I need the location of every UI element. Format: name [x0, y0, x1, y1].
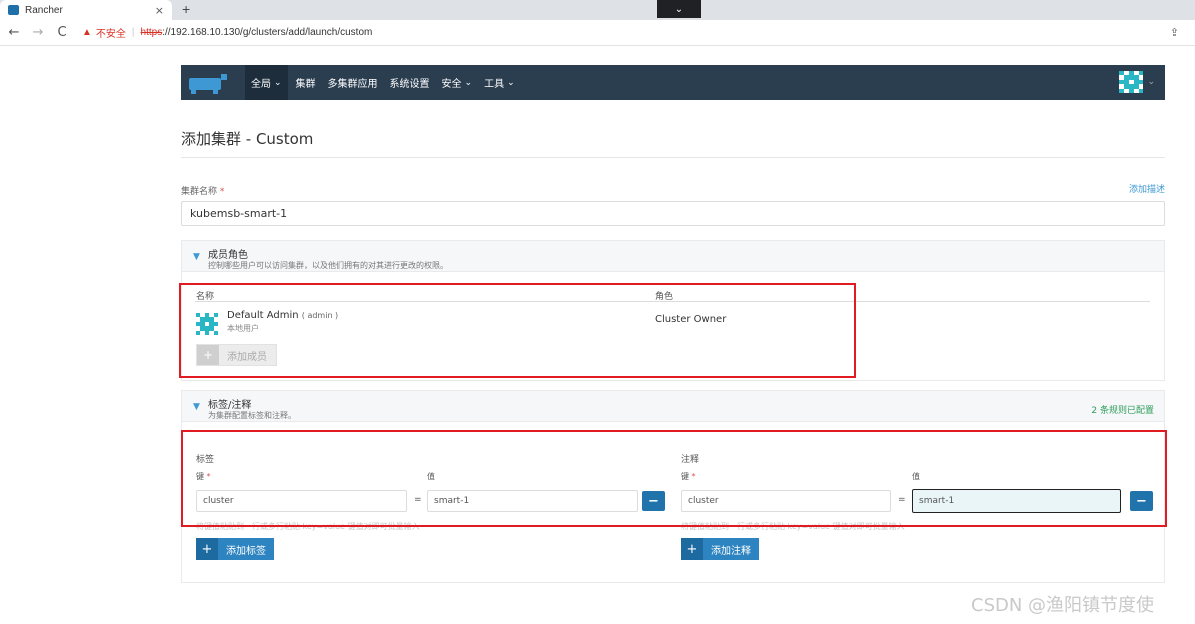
- forward-button[interactable]: →: [28, 25, 48, 40]
- url-separator: |: [131, 27, 135, 38]
- tab-close-icon[interactable]: ×: [155, 4, 164, 17]
- label-key-input[interactable]: [196, 490, 407, 512]
- member-role: Cluster Owner: [655, 314, 727, 325]
- add-label-text: 添加标签: [226, 545, 266, 557]
- required-mark: *: [691, 472, 696, 481]
- rancher-logo-icon[interactable]: [183, 72, 231, 94]
- label-value-label: 值: [427, 472, 435, 481]
- page-title: 添加集群 - Custom: [181, 130, 314, 148]
- tab-title: Rancher: [25, 4, 63, 16]
- annotation-key-label: 键 *: [681, 471, 696, 482]
- annotation-key-text: 键: [681, 472, 689, 481]
- rules-configured-status: 2 条规则已配置: [1091, 406, 1154, 416]
- browser-tab[interactable]: Rancher ×: [0, 0, 172, 20]
- nav-global[interactable]: 全局 ⌄: [245, 65, 288, 100]
- nav-tools[interactable]: 工具 ⌄: [484, 75, 515, 91]
- cluster-name-input[interactable]: [181, 201, 1165, 226]
- nav-security[interactable]: 安全 ⌄: [441, 75, 473, 91]
- members-header-line: [195, 301, 1150, 302]
- labels-annotations-subtitle: 为集群配置标签和注释。: [208, 411, 296, 420]
- share-icon[interactable]: ⇪: [1170, 26, 1179, 39]
- rancher-favicon-icon: [8, 5, 19, 15]
- add-annotation-text: 添加注释: [711, 545, 751, 557]
- nav-global-label: 全局: [251, 79, 271, 90]
- label-equals: =: [414, 495, 422, 505]
- plus-icon: +: [681, 538, 703, 560]
- browser-tab-bar: Rancher × + ⌄: [0, 0, 1195, 20]
- nav-tools-label: 工具: [484, 79, 505, 90]
- add-member-button[interactable]: + 添加成员: [196, 344, 277, 366]
- member-name: Default Admin ( admin ): [227, 310, 338, 321]
- annotation-equals: =: [898, 495, 906, 505]
- chevron-down-icon: ⌄: [507, 77, 515, 88]
- tab-search-button[interactable]: ⌄: [657, 0, 701, 18]
- chevron-down-icon: ⌄: [1147, 77, 1155, 87]
- nav-settings[interactable]: 系统设置: [390, 75, 430, 90]
- url-scheme: https: [140, 27, 163, 38]
- member-login: ( admin ): [301, 311, 339, 320]
- expand-triangle-icon: ▼: [193, 252, 200, 262]
- annotation-key-input[interactable]: [681, 490, 891, 512]
- user-avatar-icon: [1119, 71, 1144, 93]
- labels-annotations-title: 标签/注释: [208, 400, 252, 411]
- label-key-label: 键 *: [196, 471, 211, 482]
- member-roles-subtitle: 控制哪些用户可以访问集群，以及他们拥有的对其进行更改的权限。: [208, 261, 448, 270]
- remove-label-button[interactable]: −: [642, 491, 665, 511]
- new-tab-button[interactable]: +: [182, 1, 190, 17]
- annotation-value-input[interactable]: [912, 489, 1121, 513]
- chevron-down-icon: ⌄: [464, 77, 473, 88]
- cluster-name-label: 集群名称 *: [181, 184, 224, 197]
- url-omnibox[interactable]: ▲ 不安全 | https ://192.168.10.130/g/cluste…: [82, 23, 372, 43]
- nav-multi-cluster-apps-label: 多集群应用: [327, 79, 378, 90]
- nav-clusters-label: 集群: [295, 79, 316, 90]
- csdn-watermark: CSDN @渔阳镇节度使: [971, 595, 1155, 616]
- remove-annotation-button[interactable]: −: [1130, 491, 1153, 511]
- warning-icon: ▲: [82, 27, 92, 38]
- app-header: 全局 ⌄ 集群 多集群应用 系统设置 安全 ⌄ 工具 ⌄ ⌄: [181, 65, 1165, 100]
- reload-button[interactable]: C: [52, 25, 72, 40]
- member-roles-header[interactable]: ▼ 成员角色 控制哪些用户可以访问集群，以及他们拥有的对其进行更改的权限。: [181, 240, 1165, 272]
- nav-multi-cluster-apps[interactable]: 多集群应用: [328, 75, 378, 90]
- annotations-heading: 注释: [681, 455, 700, 465]
- back-button[interactable]: ←: [4, 25, 24, 40]
- url-path: ://192.168.10.130/g/clusters/add/launch/…: [162, 27, 373, 38]
- browser-address-bar: ← → C ▲ 不安全 | https ://192.168.10.130/g/…: [0, 20, 1195, 46]
- member-roles-title: 成员角色: [208, 250, 248, 261]
- cluster-name-label-text: 集群名称: [181, 187, 218, 197]
- member-display-name: Default Admin: [227, 310, 299, 321]
- label-paste-hint: 将键值粘贴到一行或多行粘贴 key=value 键值对即可批量输入: [196, 522, 420, 531]
- expand-triangle-icon: ▼: [193, 402, 200, 412]
- add-label-button[interactable]: + 添加标签: [196, 538, 274, 560]
- label-key-text: 键: [196, 472, 204, 481]
- labels-annotations-header[interactable]: ▼ 标签/注释 为集群配置标签和注释。 2 条规则已配置: [181, 390, 1165, 422]
- add-member-label: 添加成员: [227, 351, 267, 363]
- add-annotation-button[interactable]: + 添加注释: [681, 538, 759, 560]
- nav-settings-label: 系统设置: [389, 79, 430, 90]
- title-divider: [181, 157, 1165, 158]
- nav-security-label: 安全: [441, 79, 462, 90]
- plus-icon: +: [197, 345, 219, 365]
- add-description-link[interactable]: 添加描述: [1129, 182, 1165, 195]
- required-mark: *: [206, 472, 211, 481]
- plus-icon: +: [196, 538, 218, 560]
- required-mark: *: [219, 187, 225, 197]
- user-menu[interactable]: ⌄: [1119, 71, 1155, 93]
- nav-clusters[interactable]: 集群: [296, 75, 316, 90]
- label-value-input[interactable]: [427, 490, 638, 512]
- insecure-label: 不安全: [95, 29, 126, 40]
- member-type: 本地用户: [227, 324, 259, 333]
- labels-heading: 标签: [196, 455, 215, 465]
- member-avatar-icon: [196, 313, 218, 335]
- annotation-value-label: 值: [912, 472, 920, 481]
- annotation-paste-hint: 将键值粘贴到一行或多行粘贴 key=value 键值对即可批量输入: [681, 522, 905, 531]
- chevron-down-icon: ⌄: [274, 77, 282, 88]
